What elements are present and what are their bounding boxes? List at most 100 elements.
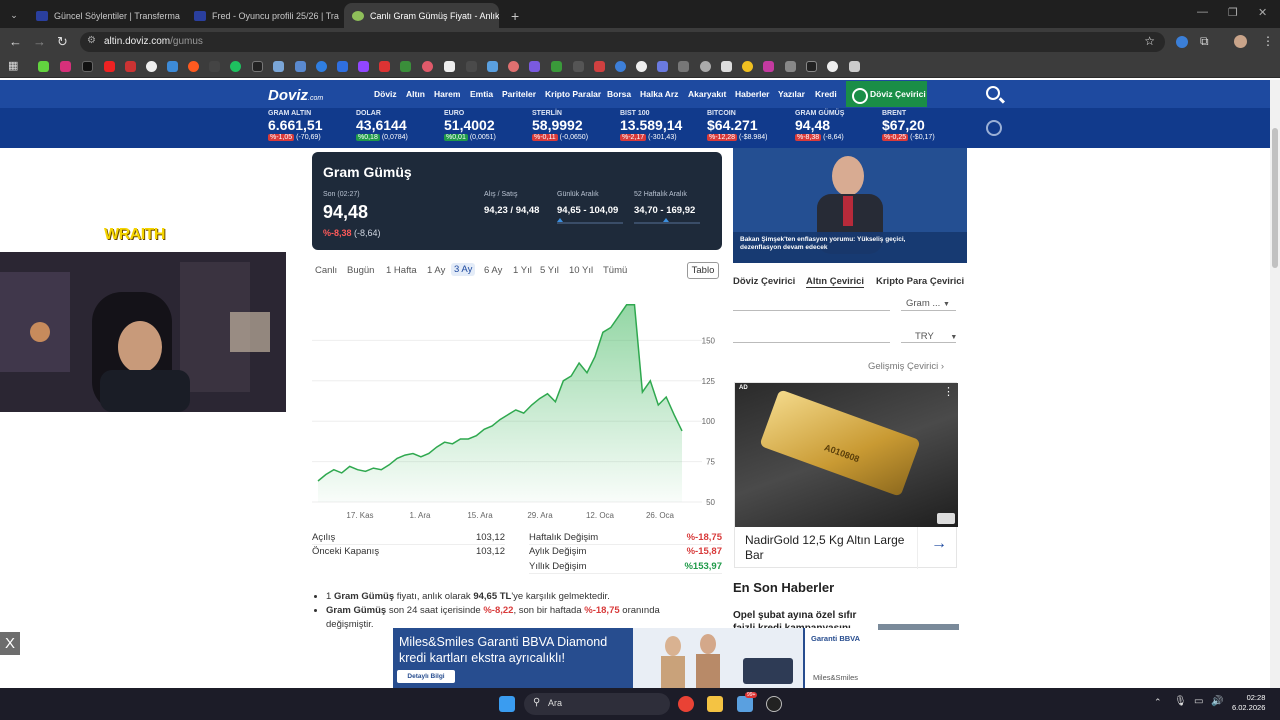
period-10-yil[interactable]: 10 Yıl (569, 265, 593, 276)
microphone-icon[interactable]: 🎙 (1174, 696, 1187, 707)
ticker-item[interactable]: GRAM GÜMÜŞ 94,48 %-8,38 (-8,64) (795, 110, 844, 141)
nav-harem[interactable]: Harem (434, 89, 460, 99)
period-1-ay[interactable]: 1 Ay (427, 265, 445, 276)
bookmark-instagram-icon[interactable] (60, 61, 71, 72)
bookmark-icon[interactable] (763, 61, 774, 72)
ticker-item[interactable]: EURO 51,4002 %0,01 (0,0051) (444, 110, 496, 141)
table-view-button[interactable]: Tablo (687, 262, 719, 279)
news-headline-link[interactable]: Opel şubat ayına özel sıfır faizli kredi… (733, 609, 873, 629)
converter-amount-input[interactable] (733, 310, 890, 311)
reload-icon[interactable]: ↻ (57, 34, 68, 50)
windows-start-icon[interactable] (499, 696, 515, 712)
bookmark-icon[interactable] (230, 61, 241, 72)
scrollbar-thumb[interactable] (1272, 128, 1278, 268)
period-tumu[interactable]: Tümü (603, 265, 627, 276)
nav-doviz[interactable]: Döviz (374, 89, 397, 99)
bookmark-icon[interactable] (379, 61, 390, 72)
doviz-logo[interactable]: Doviz.com (268, 87, 323, 104)
volume-icon[interactable]: 🔊 (1211, 696, 1223, 707)
bookmark-icon[interactable] (742, 61, 753, 72)
ad-card[interactable]: A010808 AD ⋮ NadirGold 12,5 Kg Altın Lar… (734, 382, 958, 569)
app-icon[interactable] (766, 696, 782, 712)
nav-halka-arz[interactable]: Halka Arz (640, 89, 678, 99)
minimize-icon[interactable]: — (1197, 6, 1208, 18)
period-6-ay[interactable]: 6 Ay (484, 265, 502, 276)
period-canli[interactable]: Canlı (315, 265, 337, 276)
bookmark-icon[interactable] (573, 61, 584, 72)
browser-menu-icon[interactable]: ⋮ (1262, 34, 1274, 48)
period-bugun[interactable]: Bugün (347, 265, 374, 276)
period-3-ay[interactable]: 3 Ay (451, 263, 476, 276)
nav-altin[interactable]: Altın (406, 89, 425, 99)
bookmark-icon[interactable] (785, 61, 796, 72)
ticker-item[interactable]: GRAM ALTIN 6.661,51 %-1,05 (-70,69) (268, 110, 323, 141)
more-options-icon[interactable]: ⋮ (943, 385, 954, 398)
period-1-yil[interactable]: 1 Yıl (513, 265, 532, 276)
bookmark-star-icon[interactable]: ☆ (1144, 34, 1155, 48)
nav-kredi[interactable]: Kredi (815, 89, 837, 99)
settings-gear-icon[interactable] (986, 120, 1002, 136)
banner-cta-button[interactable]: Detaylı Bilgi (397, 670, 455, 683)
bookmark-icon[interactable] (295, 61, 306, 72)
url-field[interactable]: ⚙ altin.doviz.com/gumus ☆ (80, 32, 1165, 52)
bookmark-icon[interactable] (209, 61, 220, 72)
bookmark-icon[interactable] (252, 61, 263, 72)
bookmark-icon[interactable] (657, 61, 668, 72)
converter-to-select[interactable]: TRY ▼ (915, 331, 957, 342)
bookmark-twitch-icon[interactable] (358, 61, 369, 72)
bookmark-icon[interactable] (636, 61, 647, 72)
ticker-item[interactable]: BRENT $67,20 %-0,25 (-$0,17) (882, 110, 935, 141)
ticker-item[interactable]: BITCOIN $64.271 %-12,28 (-$8.984) (707, 110, 767, 141)
ticker-item[interactable]: STERLİN 58,9992 %-0,11 (-0,0650) (532, 110, 588, 141)
news-thumbnail[interactable] (878, 624, 959, 630)
nav-pariteler[interactable]: Pariteler (502, 89, 536, 99)
advanced-converter-link[interactable]: Gelişmiş Çevirici › (868, 361, 944, 372)
nav-akaryakit[interactable]: Akaryakıt (688, 89, 726, 99)
bookmark-icon[interactable] (615, 61, 626, 72)
period-5-yil[interactable]: 5 Yıl (540, 265, 559, 276)
bookmark-gmail-icon[interactable] (125, 61, 136, 72)
bookmark-icon[interactable] (551, 61, 562, 72)
chrome-icon[interactable] (678, 696, 694, 712)
maximize-icon[interactable]: ❐ (1228, 6, 1238, 19)
bookmark-x-icon[interactable] (82, 61, 93, 72)
converter-tab-doviz[interactable]: Döviz Çevirici (733, 276, 795, 287)
file-explorer-icon[interactable] (707, 696, 723, 712)
bookmark-facebook-icon[interactable] (337, 61, 348, 72)
taskbar-search[interactable]: ⚲ Ara (524, 693, 670, 715)
bookmark-icon[interactable] (316, 61, 327, 72)
system-clock[interactable]: 02:28 6.02.2026 (1232, 693, 1265, 713)
bookmark-icon[interactable] (466, 61, 477, 72)
ticker-item[interactable]: DOLAR 43,6144 %0,18 (0,0784) (356, 110, 408, 141)
close-window-icon[interactable]: ✕ (1258, 6, 1267, 19)
tab-transfermarkt-1[interactable]: Güncel Söylentiler | Transfermark ✕ (28, 3, 180, 28)
expand-icon[interactable] (937, 513, 955, 524)
bookmark-icon[interactable] (487, 61, 498, 72)
extension-icon[interactable] (1176, 36, 1188, 48)
news-thumbnail[interactable]: Bakan Şimşek'ten enflasyon yorumu: Yükse… (733, 148, 967, 263)
bookmark-icon[interactable] (806, 61, 817, 72)
price-chart[interactable]: 50 75 100 125 150 17. Kas 1. Ara 15. Ara 29. Ar… (312, 290, 722, 525)
bookmark-icon[interactable] (508, 61, 519, 72)
bookmark-kick-icon[interactable] (38, 61, 49, 72)
bookmark-icon[interactable] (678, 61, 689, 72)
period-1-hafta[interactable]: 1 Hafta (386, 265, 417, 276)
new-tab-button[interactable]: + (503, 3, 523, 28)
extensions-puzzle-icon[interactable]: ⧉ (1200, 34, 1209, 49)
converter-from-select[interactable]: Gram ... ▼ (906, 298, 950, 309)
bookmark-icon[interactable] (400, 61, 411, 72)
profile-avatar[interactable] (1234, 35, 1247, 48)
tab-doviz-gumus[interactable]: Canlı Gram Gümüş Fiyatı - Anlık ✕ (344, 3, 499, 28)
bookmark-icon[interactable] (827, 61, 838, 72)
tray-chevron-icon[interactable]: ⌃ (1154, 697, 1162, 708)
converter-result-input[interactable] (733, 342, 890, 343)
bookmark-icon[interactable] (167, 61, 178, 72)
converter-tab-kripto[interactable]: Kripto Para Çevirici (876, 276, 964, 287)
arrow-right-icon[interactable]: → (931, 535, 947, 553)
bookmark-icon[interactable] (422, 61, 433, 72)
forward-arrow-icon[interactable]: → (33, 34, 46, 49)
bottom-banner-ad[interactable]: Miles&Smiles Garanti BBVA Diamond kredi … (393, 628, 878, 688)
bookmark-icon[interactable] (529, 61, 540, 72)
site-info-icon[interactable]: ⚙ (87, 35, 96, 46)
bookmark-icon[interactable] (849, 61, 860, 72)
